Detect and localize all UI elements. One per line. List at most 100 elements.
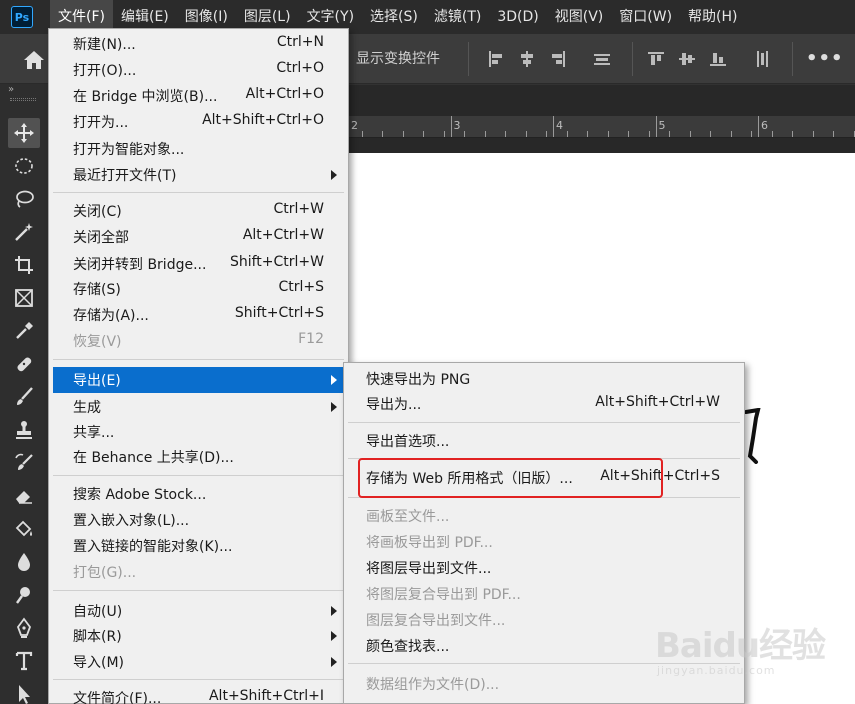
submenu-arrow-icon [331, 631, 337, 641]
ruler-major-tick [758, 116, 759, 137]
history-brush-icon[interactable] [8, 448, 40, 478]
marquee-tool-icon[interactable] [8, 151, 40, 181]
menu-item[interactable]: 最近打开文件(T) [53, 162, 344, 188]
menu-item[interactable]: 存储(S) Ctrl+S [53, 276, 344, 302]
healing-brush-icon[interactable] [8, 349, 40, 379]
ruler-minor-tick [423, 131, 424, 137]
collapse-chevron-icon[interactable]: » [8, 84, 14, 95]
menu-item[interactable]: 关闭全部 Alt+Ctrl+W [53, 224, 344, 250]
menu-item[interactable]: 打开(O)... Ctrl+O [53, 57, 344, 83]
ruler-minor-tick [751, 131, 752, 137]
paint-bucket-icon[interactable] [8, 514, 40, 544]
menubar-item[interactable]: 帮助(H) [680, 0, 745, 34]
menu-item[interactable]: 在 Behance 上共享(D)... [53, 444, 344, 470]
menu-item[interactable]: 导出(E) [53, 367, 344, 393]
menu-item[interactable]: 置入嵌入对象(L)... [53, 507, 344, 533]
menu-item-label: 自动(U) [73, 604, 123, 620]
lasso-tool-icon[interactable] [8, 184, 40, 214]
crop-tool-icon[interactable] [8, 250, 40, 280]
menu-item-label: 存储为(A)... [73, 308, 149, 324]
menu-separator [53, 475, 344, 476]
menubar-item[interactable]: 窗口(W) [611, 0, 680, 34]
menu-item[interactable]: 打开为智能对象... [53, 136, 344, 162]
menubar-item[interactable]: 视图(V) [547, 0, 612, 34]
annotation-highlight-box [358, 458, 663, 498]
frame-tool-icon[interactable] [8, 283, 40, 313]
distribute-vertical-icon[interactable] [752, 49, 772, 69]
dodge-icon[interactable] [8, 580, 40, 610]
menu-item-label: 新建(N)... [73, 37, 136, 53]
menu-separator [348, 422, 740, 423]
menu-item[interactable]: 关闭并转到 Bridge... Shift+Ctrl+W [53, 251, 344, 277]
menu-item-label: 生成 [73, 400, 101, 416]
menu-item[interactable]: 存储为(A)... Shift+Ctrl+S [53, 302, 344, 328]
align-top-icon[interactable] [646, 49, 666, 69]
ruler-minor-tick [608, 131, 609, 137]
menu-separator [53, 192, 344, 193]
menu-item[interactable]: 搜索 Adobe Stock... [53, 481, 344, 507]
horizontal-ruler: 2345678910 [300, 116, 855, 138]
menu-item-shortcut: Ctrl+N [276, 34, 324, 50]
ruler-minor-tick [731, 131, 732, 137]
align-left-icon[interactable] [486, 49, 506, 69]
menu-item-shortcut: Shift+Ctrl+S [234, 305, 324, 321]
menubar-item[interactable]: 选择(S) [362, 0, 426, 34]
menu-item-label: 置入链接的智能对象(K)... [73, 539, 233, 555]
menu-item: 打包(G)... [53, 559, 344, 585]
ruler-minor-tick [772, 131, 773, 137]
watermark-url: jingyan.baidu.com [657, 664, 776, 677]
align-bottom-icon[interactable] [708, 49, 728, 69]
menu-item[interactable]: 生成 [53, 394, 344, 420]
menu-item[interactable]: 快速导出为 PNG [348, 366, 740, 392]
home-icon[interactable] [22, 49, 46, 71]
menu-item[interactable]: 将图层导出到文件... [348, 555, 740, 581]
menu-item[interactable]: 关闭(C) Ctrl+W [53, 198, 344, 224]
menu-item[interactable]: 导出首选项... [348, 428, 740, 454]
eraser-icon[interactable] [8, 481, 40, 511]
eyedropper-icon[interactable] [8, 316, 40, 346]
menu-item[interactable]: 共享... [53, 419, 344, 445]
align-right-icon[interactable] [548, 49, 568, 69]
move-tool-icon[interactable] [8, 118, 40, 148]
menu-item[interactable]: 导入(M) [53, 649, 344, 675]
more-options-icon[interactable]: ••• [806, 48, 844, 69]
align-middle-vertical-icon[interactable] [677, 49, 697, 69]
ruler-minor-tick [628, 131, 629, 137]
menu-item[interactable]: 脚本(R) [53, 623, 344, 649]
menu-item[interactable]: 在 Bridge 中浏览(B)... Alt+Ctrl+O [53, 83, 344, 109]
submenu-arrow-icon [331, 402, 337, 412]
file-menu: 新建(N)... Ctrl+N 打开(O)... Ctrl+O 在 Bridge 中浏览… [48, 28, 349, 704]
ruler-number: 4 [556, 119, 563, 132]
menu-item[interactable]: 置入链接的智能对象(K)... [53, 533, 344, 559]
menubar-item[interactable]: 滤镜(T) [426, 0, 489, 34]
menu-item-label: 导出为... [366, 397, 422, 413]
watermark-brand: Baidu经验 [655, 626, 826, 666]
magic-wand-icon[interactable] [8, 217, 40, 247]
menu-item[interactable]: 文件简介(F)... Alt+Shift+Ctrl+I [53, 685, 344, 704]
menu-item[interactable]: 新建(N)... Ctrl+N [53, 31, 344, 57]
toolbar-grip[interactable] [10, 98, 36, 101]
stamp-tool-icon[interactable] [8, 415, 40, 445]
submenu-arrow-icon [331, 375, 337, 385]
distribute-icon[interactable] [592, 49, 612, 69]
menu-item-label: 最近打开文件(T) [73, 168, 177, 184]
photoshop-logo-icon: Ps [11, 6, 33, 28]
ruler-minor-tick [792, 131, 793, 137]
selection-arrow-icon[interactable] [8, 679, 40, 704]
show-transform-controls-label[interactable]: 显示变换控件 [356, 48, 440, 68]
align-center-horizontal-icon[interactable] [517, 49, 537, 69]
menu-item: 画板至文件... [348, 503, 740, 529]
ruler-minor-tick [362, 131, 363, 137]
menu-item[interactable]: 导出为... Alt+Shift+Ctrl+W [348, 391, 740, 417]
menubar-item[interactable]: 3D(D) [489, 0, 546, 34]
type-tool-icon[interactable] [8, 646, 40, 676]
pen-tool-icon[interactable] [8, 613, 40, 643]
blur-drop-icon[interactable] [8, 547, 40, 577]
options-separator [792, 42, 793, 76]
options-separator [632, 42, 633, 76]
menu-item-label: 脚本(R) [73, 629, 122, 645]
menu-item-label: 搜索 Adobe Stock... [73, 487, 207, 503]
menu-item[interactable]: 自动(U) [53, 598, 344, 624]
menu-item[interactable]: 打开为... Alt+Shift+Ctrl+O [53, 109, 344, 135]
brush-tool-icon[interactable] [8, 382, 40, 412]
